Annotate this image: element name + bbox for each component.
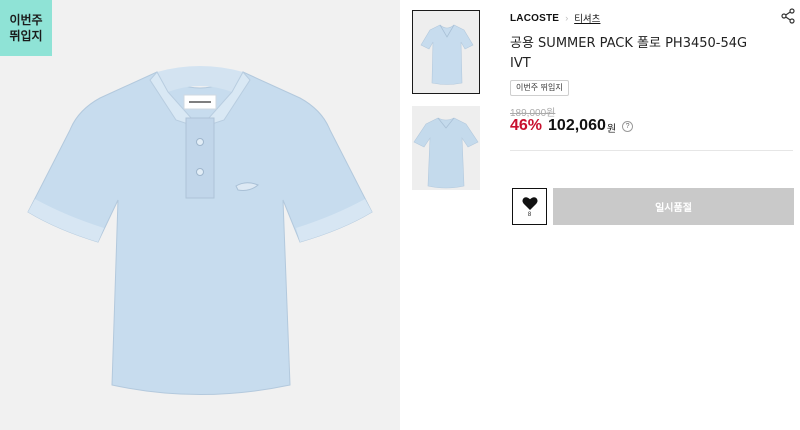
polo-shirt-illustration [27, 66, 373, 395]
divider [510, 150, 793, 151]
share-icon[interactable] [780, 8, 796, 24]
wishlist-count: 8 [527, 211, 532, 218]
thumbnail-front[interactable] [412, 10, 480, 94]
heart-icon [521, 196, 538, 210]
thumbnail-shirt-back [413, 117, 479, 189]
sale-price: 102,060 [548, 117, 606, 134]
main-product-image: 이번주 뛰입지 [0, 0, 400, 430]
thumbnail-back[interactable] [412, 106, 480, 190]
thumbnail-shirt-front [420, 24, 474, 85]
soldout-button[interactable]: 일시품절 [553, 188, 794, 225]
breadcrumb: LACOSTE › 티셔츠 [510, 11, 600, 26]
brand-link[interactable]: LACOSTE [510, 13, 559, 24]
help-icon[interactable]: ? [622, 120, 634, 132]
breadcrumb-separator: › [565, 13, 569, 23]
currency-unit: 원 [606, 124, 617, 135]
promo-badge-line1: 이번주 [9, 13, 43, 27]
category-link[interactable]: 티셔츠 [574, 11, 600, 25]
promo-badge: 이번주 뛰입지 [0, 0, 52, 56]
promo-tag: 이번주 뛰입지 [510, 80, 569, 96]
promo-badge-line2: 뛰입지 [9, 29, 43, 43]
product-title: 공용 SUMMER PACK 폴로 PH3450-54G IVT [510, 36, 748, 71]
price-row: 46% 102,060 원 ? [510, 117, 634, 135]
wishlist-button[interactable]: 8 [512, 188, 547, 225]
discount-rate: 46% [510, 117, 543, 134]
product-info: LACOSTE › 티셔츠 공용 SUMMER PACK 폴로 PH3450-5… [510, 0, 800, 430]
